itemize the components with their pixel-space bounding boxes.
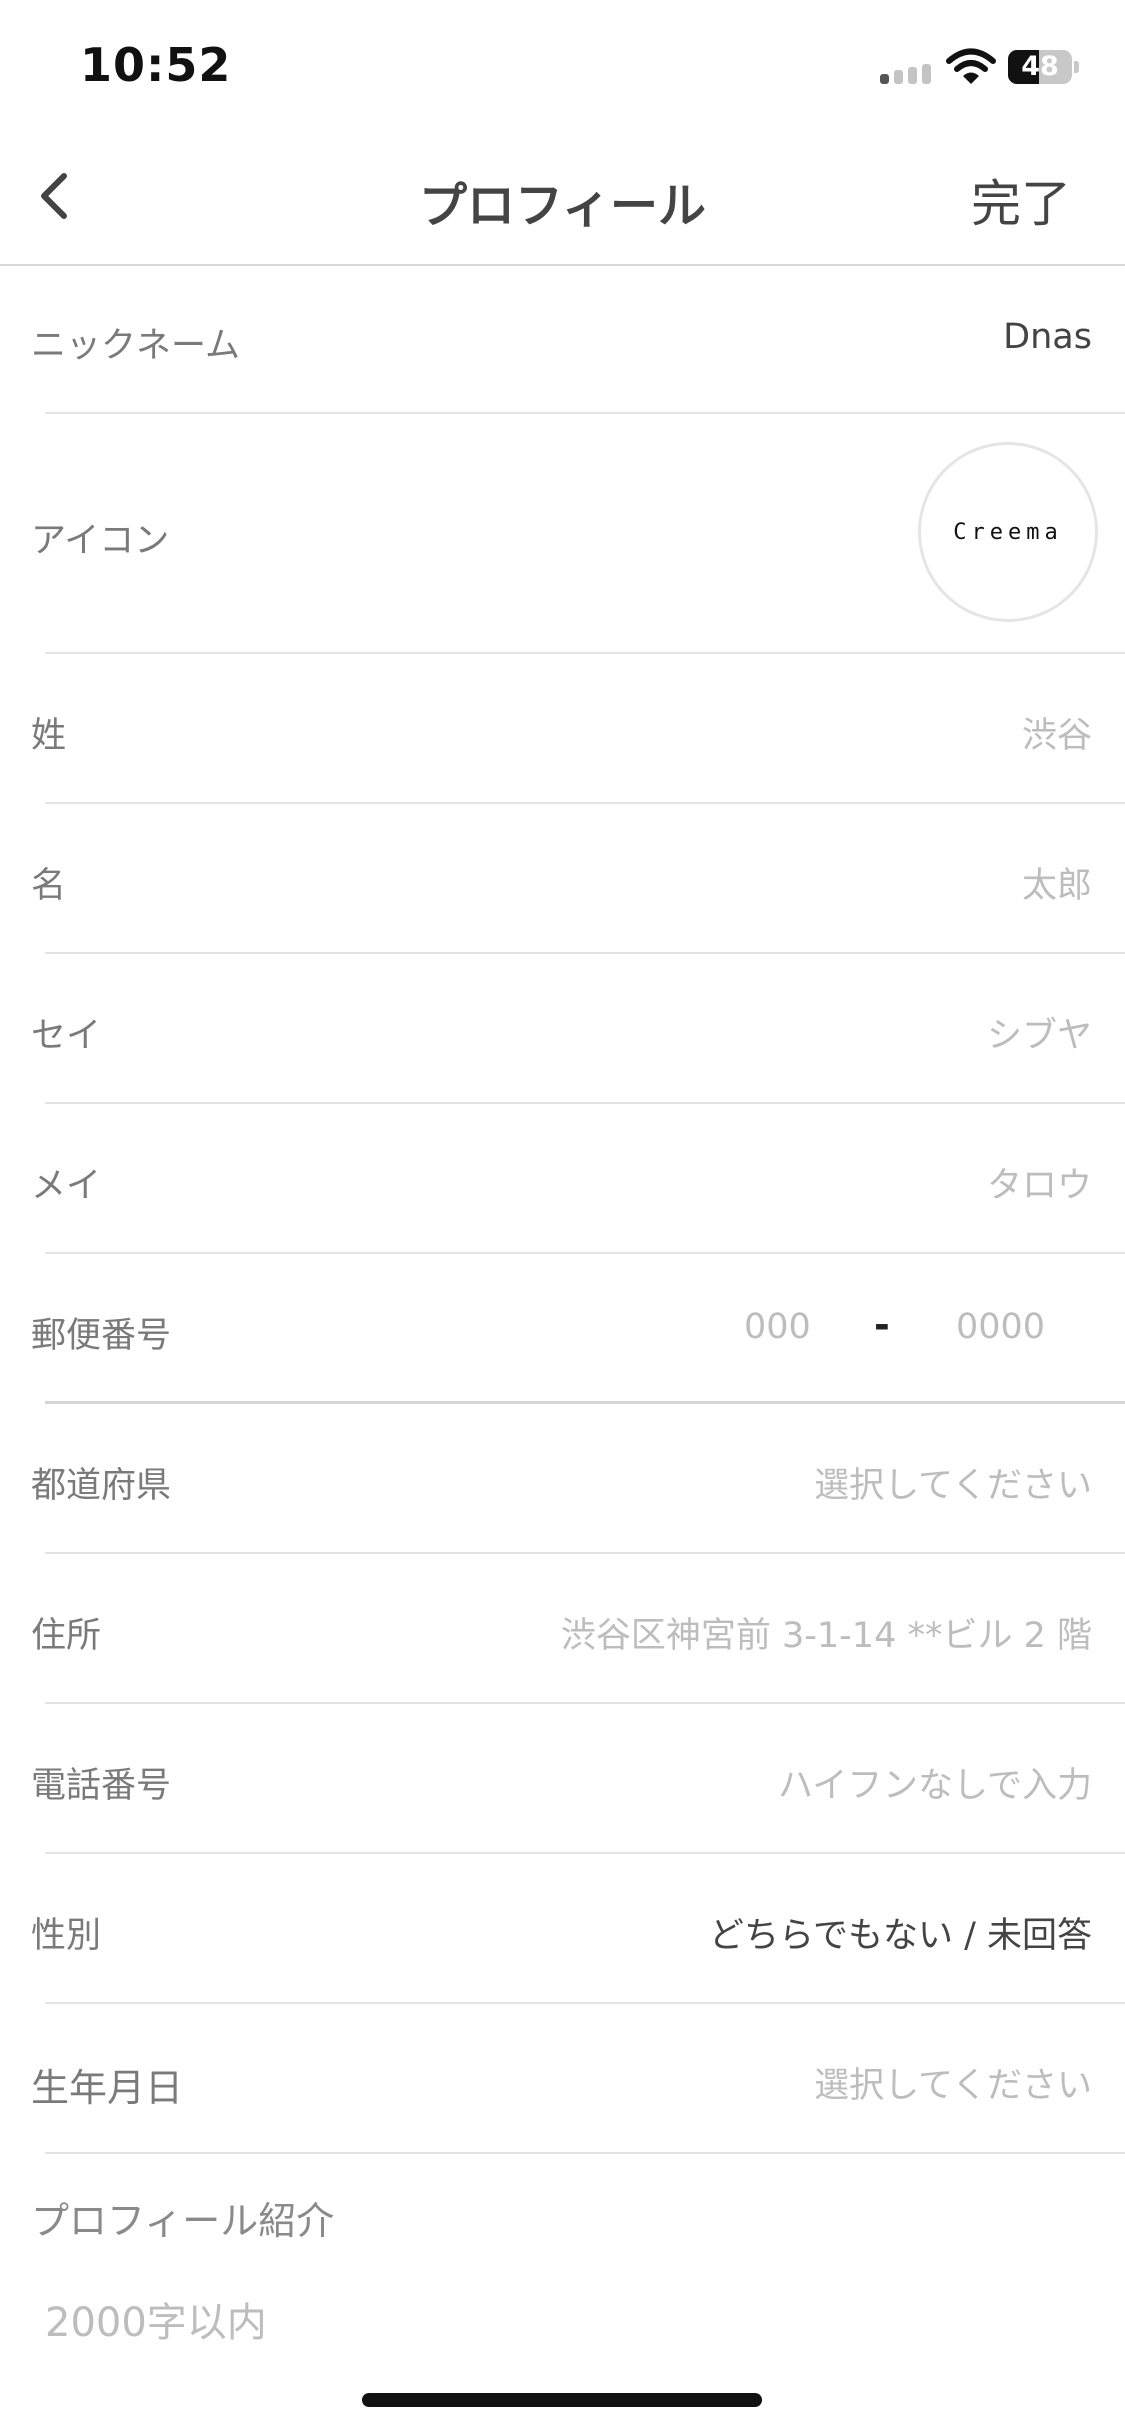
- last-name-row[interactable]: 姓 渋谷: [0, 654, 1125, 804]
- postal-code-separator: -: [874, 1303, 890, 1347]
- first-name-row[interactable]: 名 太郎: [0, 804, 1125, 954]
- first-name-field[interactable]: 太郎: [1022, 857, 1092, 908]
- avatar[interactable]: Creema: [918, 442, 1098, 622]
- postal-code-first-field[interactable]: 000: [744, 1307, 811, 1347]
- phone-field[interactable]: ハイフンなしで入力: [778, 1757, 1092, 1808]
- prefecture-select[interactable]: 選択してください: [814, 1457, 1092, 1508]
- bio-label: プロフィール紹介: [31, 2199, 335, 2243]
- last-name-kana-label: セイ: [31, 1016, 102, 1056]
- navigation-bar: プロフィール 完了: [0, 130, 1125, 266]
- postal-code-second-field[interactable]: 0000: [956, 1307, 1045, 1347]
- status-bar: 10:52 48: [0, 0, 1125, 130]
- gender-label: 性別: [31, 1916, 102, 1956]
- last-name-kana-row[interactable]: セイ シブヤ: [0, 954, 1125, 1104]
- phone-label: 電話番号: [31, 1766, 172, 1806]
- first-name-kana-field[interactable]: タロウ: [987, 1157, 1092, 1208]
- postal-code-label: 郵便番号: [31, 1316, 172, 1356]
- status-time: 10:52: [80, 38, 232, 92]
- nickname-field[interactable]: Dnas: [1003, 317, 1092, 357]
- divider: [45, 2152, 1125, 2154]
- gender-row[interactable]: 性別 どちらでもない / 未回答: [0, 1854, 1125, 2004]
- creema-logo: Creema: [953, 519, 1063, 545]
- last-name-kana-field[interactable]: シブヤ: [987, 1007, 1092, 1058]
- wifi-icon: [946, 48, 996, 84]
- prefecture-label: 都道府県: [31, 1466, 172, 1506]
- done-button[interactable]: 完了: [971, 164, 1071, 236]
- last-name-field[interactable]: 渋谷: [1022, 707, 1092, 758]
- page-title: プロフィール: [418, 178, 707, 234]
- address-row[interactable]: 住所 渋谷区神宮前 3-1-14 **ビル 2 階: [0, 1554, 1125, 1704]
- home-indicator[interactable]: [362, 2393, 762, 2407]
- icon-label: アイコン: [31, 521, 170, 561]
- nickname-row[interactable]: ニックネーム Dnas: [0, 264, 1125, 414]
- bio-textarea[interactable]: 2000字以内: [45, 2290, 267, 2348]
- phone-row[interactable]: 電話番号 ハイフンなしで入力: [0, 1704, 1125, 1854]
- birthday-row[interactable]: 生年月日 選択してください: [0, 2004, 1125, 2154]
- first-name-kana-row[interactable]: メイ タロウ: [0, 1104, 1125, 1254]
- gender-select[interactable]: どちらでもない / 未回答: [709, 1907, 1092, 1958]
- first-name-kana-label: メイ: [31, 1166, 102, 1206]
- prefecture-row[interactable]: 都道府県 選択してください: [0, 1404, 1125, 1554]
- battery-percentage: 48: [1021, 51, 1059, 82]
- first-name-label: 名: [31, 866, 67, 906]
- nickname-label: ニックネーム: [31, 326, 240, 366]
- address-field[interactable]: 渋谷区神宮前 3-1-14 **ビル 2 階: [561, 1607, 1092, 1658]
- icon-row[interactable]: アイコン Creema: [0, 414, 1125, 654]
- cellular-signal-icon: [880, 64, 936, 84]
- birthday-label: 生年月日: [31, 2066, 184, 2110]
- last-name-label: 姓: [31, 716, 67, 756]
- postal-code-row: 郵便番号 000 - 0000: [0, 1254, 1125, 1404]
- battery-icon: 48: [1008, 50, 1080, 84]
- birthday-select[interactable]: 選択してください: [814, 2057, 1092, 2108]
- address-label: 住所: [31, 1616, 102, 1656]
